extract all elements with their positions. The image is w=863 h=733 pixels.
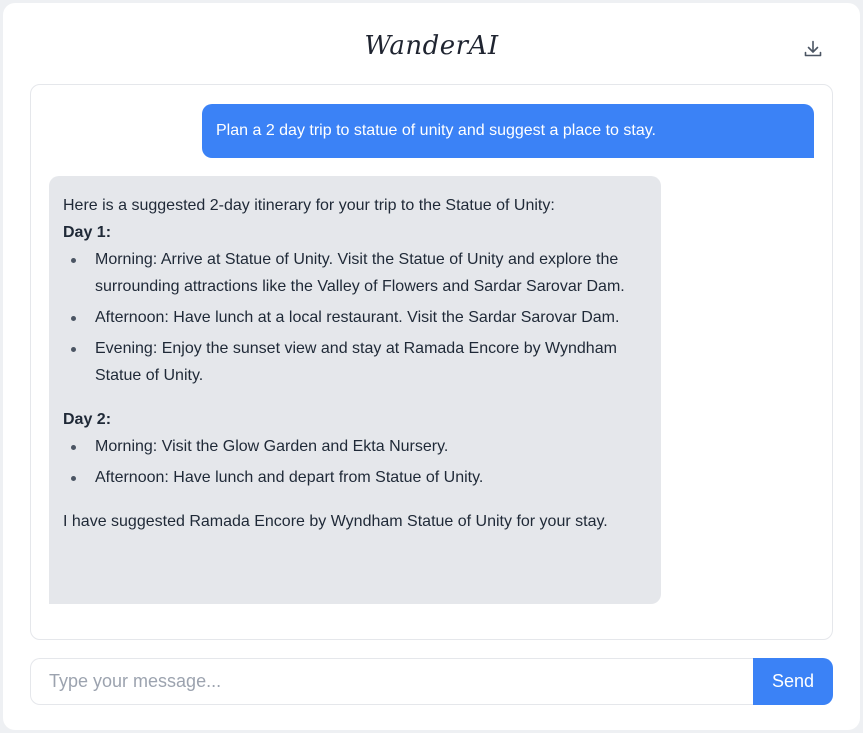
assistant-message-bubble: Here is a suggested 2-day itinerary for … [49,176,661,604]
chat-app-card: WanderAI Plan a 2 day trip to statue of … [3,3,860,730]
itinerary-item: Evening: Enjoy the sunset view and stay … [63,335,647,389]
itinerary-item: Morning: Arrive at Statue of Unity. Visi… [63,246,647,300]
assistant-closing-text: I have suggested Ramada Encore by Wyndha… [63,513,608,530]
send-button[interactable]: Send [753,658,833,705]
user-message-bubble: Plan a 2 day trip to statue of unity and… [202,104,814,158]
message-composer: Send [30,658,833,705]
download-button[interactable] [800,36,826,62]
day-1-heading: Day 1: [63,224,112,241]
day-1-itinerary-list: Morning: Arrive at Statue of Unity. Visi… [63,246,647,389]
assistant-intro-text: Here is a suggested 2-day itinerary for … [63,197,555,214]
user-message-text: Plan a 2 day trip to statue of unity and… [216,122,656,139]
app-title: WanderAI [364,31,499,61]
day-2-itinerary-list: Morning: Visit the Glow Garden and Ekta … [63,433,647,491]
chat-messages-panel[interactable]: Plan a 2 day trip to statue of unity and… [30,84,833,640]
itinerary-item: Afternoon: Have lunch and depart from St… [63,464,647,491]
download-icon [804,40,822,57]
itinerary-item: Morning: Visit the Glow Garden and Ekta … [63,433,647,460]
itinerary-item: Afternoon: Have lunch at a local restaur… [63,304,647,331]
message-input[interactable] [30,658,753,705]
app-header: WanderAI [3,3,860,85]
day-2-heading: Day 2: [63,411,112,428]
